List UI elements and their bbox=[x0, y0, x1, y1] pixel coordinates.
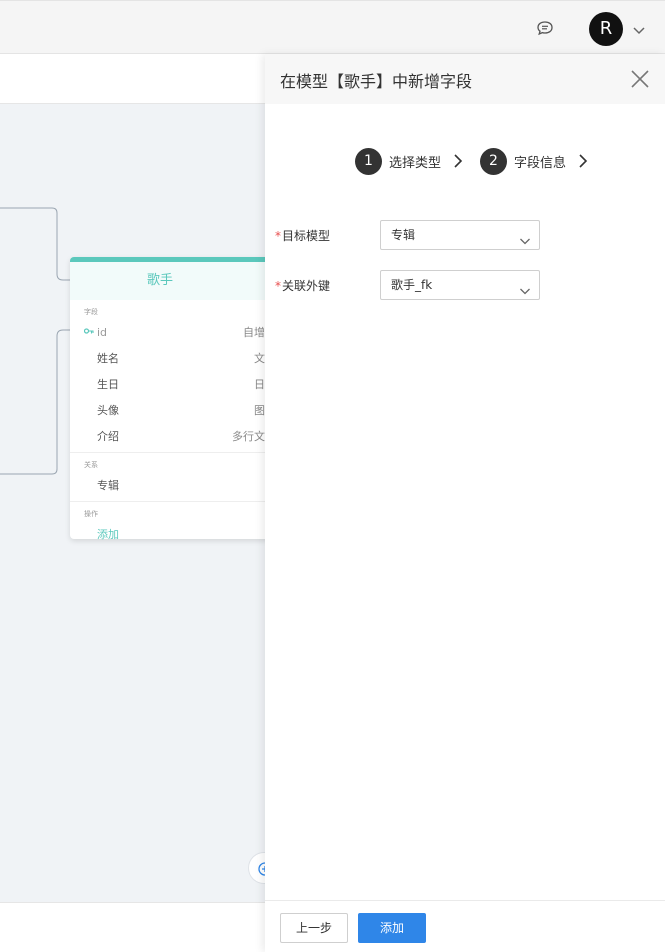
chevron-down-icon bbox=[519, 229, 531, 245]
model-card-title: 歌手 bbox=[70, 262, 265, 300]
field-type: 图 bbox=[254, 404, 265, 417]
field-row[interactable]: 生日 日 bbox=[70, 372, 265, 398]
drawer-header: 在模型【歌手】中新增字段 bbox=[265, 54, 665, 104]
label-text: 目标模型 bbox=[282, 229, 331, 243]
relation-name: 专辑 bbox=[97, 479, 119, 492]
label-text: 关联外键 bbox=[282, 279, 331, 293]
divider bbox=[70, 452, 265, 453]
divider bbox=[70, 501, 265, 502]
target-model-row: *目标模型 专辑 bbox=[275, 220, 655, 250]
select-value: 歌手_fk bbox=[391, 278, 433, 292]
foreign-key-label: *关联外键 bbox=[275, 277, 330, 294]
required-mark: * bbox=[275, 279, 281, 293]
step-label: 选择类型 bbox=[389, 155, 442, 171]
fields-section-label: 字段 bbox=[84, 308, 98, 316]
close-icon[interactable] bbox=[629, 68, 651, 90]
zoom-in-button[interactable] bbox=[248, 852, 265, 884]
field-row[interactable]: 姓名 文 bbox=[70, 346, 265, 372]
field-name: id bbox=[97, 326, 108, 339]
field-type: 文 bbox=[254, 352, 265, 365]
field-name: 介绍 bbox=[97, 430, 119, 443]
chat-icon[interactable] bbox=[535, 18, 555, 38]
model-canvas[interactable]: 歌手 字段 id 自增 姓名 文 生日 日 头像 图 介绍 多行文 关系 专辑 bbox=[0, 104, 265, 902]
top-bar: R bbox=[0, 0, 665, 54]
ops-section-label: 操作 bbox=[84, 510, 98, 518]
chevron-down-icon[interactable] bbox=[631, 22, 647, 38]
step-label: 字段信息 bbox=[514, 155, 567, 171]
step-number: 2 bbox=[480, 147, 508, 175]
chevron-right-icon bbox=[576, 154, 590, 168]
step-number: 1 bbox=[355, 147, 382, 175]
relation-row[interactable]: 专辑 bbox=[70, 473, 265, 499]
foreign-key-row: *关联外键 歌手_fk bbox=[275, 270, 655, 300]
field-type: 日 bbox=[254, 378, 265, 391]
field-name: 生日 bbox=[97, 378, 119, 391]
field-type: 自增 bbox=[243, 326, 265, 339]
field-name: 姓名 bbox=[97, 352, 119, 365]
chevron-right-icon bbox=[451, 154, 465, 168]
relations-section-label: 关系 bbox=[84, 461, 98, 469]
add-field-link[interactable]: 添加 bbox=[97, 528, 119, 541]
chevron-down-icon bbox=[519, 279, 531, 295]
avatar[interactable]: R bbox=[589, 12, 623, 46]
add-field-row: 添加 bbox=[70, 522, 265, 548]
select-value: 专辑 bbox=[391, 228, 416, 242]
target-model-select[interactable]: 专辑 bbox=[380, 220, 540, 250]
step-indicator: 1 选择类型 2 字段信息 bbox=[355, 147, 590, 175]
plus-circle-icon bbox=[258, 862, 265, 876]
drawer-footer: 上一步 添加 bbox=[265, 900, 665, 952]
key-icon bbox=[83, 320, 94, 346]
field-row[interactable]: 介绍 多行文 bbox=[70, 424, 265, 450]
field-type: 多行文 bbox=[232, 430, 265, 443]
add-field-drawer: 在模型【歌手】中新增字段 1 选择类型 2 字段信息 *目标模型 专辑 *关联外… bbox=[265, 54, 665, 952]
foreign-key-select[interactable]: 歌手_fk bbox=[380, 270, 540, 300]
canvas-bottom-bar bbox=[0, 902, 265, 952]
required-mark: * bbox=[275, 229, 281, 243]
add-button[interactable]: 添加 bbox=[358, 913, 426, 943]
target-model-label: *目标模型 bbox=[275, 227, 330, 244]
field-row[interactable]: 头像 图 bbox=[70, 398, 265, 424]
prev-step-button[interactable]: 上一步 bbox=[280, 913, 348, 943]
field-row-id[interactable]: id 自增 bbox=[70, 320, 265, 346]
model-card-singer[interactable]: 歌手 字段 id 自增 姓名 文 生日 日 头像 图 介绍 多行文 关系 专辑 bbox=[70, 257, 265, 541]
canvas-toolbar bbox=[0, 54, 265, 104]
field-name: 头像 bbox=[97, 404, 119, 417]
drawer-title: 在模型【歌手】中新增字段 bbox=[280, 72, 473, 91]
